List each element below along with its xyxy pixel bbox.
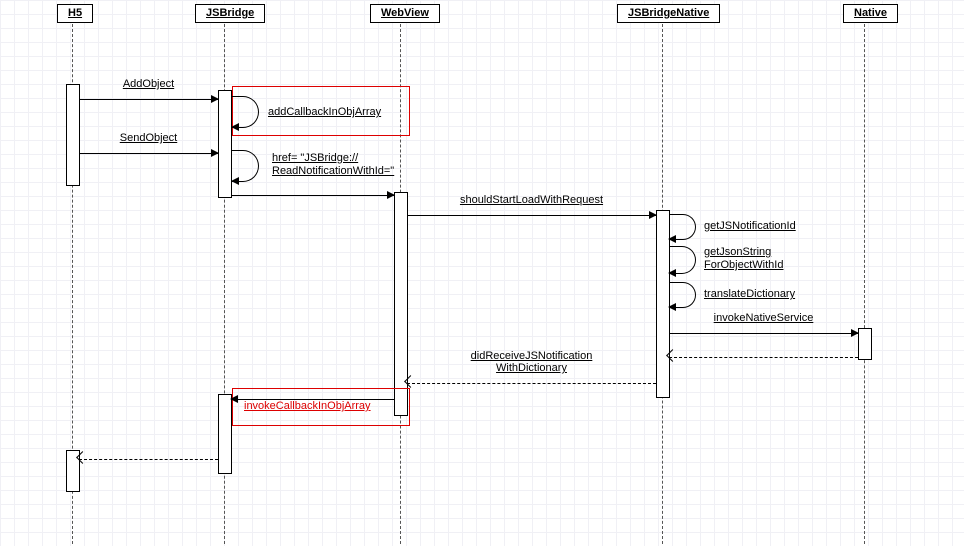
actor-native: Native [843,4,898,23]
msg-label: didReceiveJSNotification WithDictionary [407,350,656,374]
self-label-getjson: getJsonString ForObjectWithId [704,246,783,272]
msg-jsb-h5-return [79,452,218,466]
msg-didreceive: didReceiveJSNotification WithDictionary [407,376,656,390]
msg-label: SendObject [79,132,218,144]
self-href [232,150,259,182]
lifeline-native [864,24,865,544]
self-getjsnotif [669,214,696,240]
actor-jsbridgenative: JSBridgeNative [617,4,720,23]
msg-label: invokeNativeService [669,312,858,324]
activation-h5-1 [66,84,80,186]
activation-native-1 [858,328,872,360]
msg-sendobject: SendObject [79,146,218,160]
msg-jsb-webview [231,188,394,202]
actor-jsbridge: JSBridge [195,4,265,23]
activation-jsbridge-2 [218,394,232,474]
msg-shouldstart: shouldStartLoadWithRequest [407,208,656,222]
self-label-getjsnotif: getJSNotificationId [704,220,796,233]
msg-invokenative: invokeNativeService [669,326,858,340]
msg-label: shouldStartLoadWithRequest [407,194,656,206]
self-label-href: href= "JSBridge:// ReadNotificationWithI… [272,152,394,178]
self-label-addcallback: addCallbackInObjArray [268,106,381,119]
self-label-invokecallback: invokeCallbackInObjArray [244,400,371,413]
actor-webview: WebView [370,4,440,23]
self-translate [669,282,696,308]
actor-h5: H5 [57,4,93,23]
self-label-translate: translateDictionary [704,288,795,301]
msg-label: AddObject [79,78,218,90]
sequence-diagram: H5 JSBridge WebView JSBridgeNative Nativ… [0,0,964,546]
msg-addobject: AddObject [79,92,218,106]
self-getjson [669,246,696,274]
activation-jsbridge-1 [218,90,232,198]
msg-native-return [669,350,858,364]
